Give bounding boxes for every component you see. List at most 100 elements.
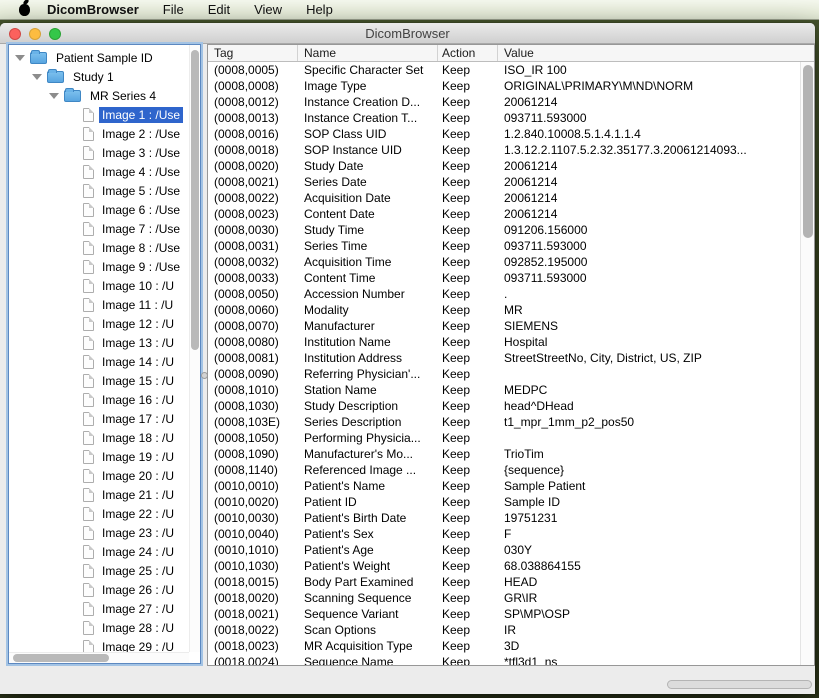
- table-cell: head^DHead: [498, 398, 800, 414]
- tree-item-image[interactable]: Image 22 : /U: [9, 504, 189, 523]
- tree-item-image[interactable]: Image 17 : /U: [9, 409, 189, 428]
- table-row[interactable]: (0008,0018)SOP Instance UIDKeep1.3.12.2.…: [208, 142, 800, 158]
- table-row[interactable]: (0008,0020)Study DateKeep20061214: [208, 158, 800, 174]
- tree-item-image[interactable]: Image 14 : /U: [9, 352, 189, 371]
- table-row[interactable]: (0018,0023)MR Acquisition TypeKeep3D: [208, 638, 800, 654]
- disclosure-triangle-icon[interactable]: [32, 74, 42, 80]
- tree-item-image[interactable]: Image 16 : /U: [9, 390, 189, 409]
- apple-menu-icon[interactable]: [19, 4, 30, 16]
- tree-item-image[interactable]: Image 7 : /Use: [9, 219, 189, 238]
- tree-vertical-scrollbar[interactable]: [189, 45, 200, 652]
- table-row[interactable]: (0010,0030)Patient's Birth DateKeep19751…: [208, 510, 800, 526]
- table-row[interactable]: (0018,0015)Body Part ExaminedKeepHEAD: [208, 574, 800, 590]
- tree-item-image[interactable]: Image 15 : /U: [9, 371, 189, 390]
- tree-item-image[interactable]: Image 10 : /U: [9, 276, 189, 295]
- app-menu-title[interactable]: DicomBrowser: [47, 2, 139, 17]
- tree-item-label: Image 17 : /U: [99, 411, 177, 427]
- tree-item-image[interactable]: Image 8 : /Use: [9, 238, 189, 257]
- table-row[interactable]: (0008,0050)Accession NumberKeep.: [208, 286, 800, 302]
- table-row[interactable]: (0010,1030)Patient's WeightKeep68.038864…: [208, 558, 800, 574]
- tree-item-image[interactable]: Image 26 : /U: [9, 580, 189, 599]
- tree-item-image[interactable]: Image 13 : /U: [9, 333, 189, 352]
- tree-item-image[interactable]: Image 6 : /Use: [9, 200, 189, 219]
- disclosure-triangle-icon[interactable]: [49, 93, 59, 99]
- menu-item-file[interactable]: File: [163, 2, 184, 17]
- table-row[interactable]: (0018,0021)Sequence VariantKeepSP\MP\OSP: [208, 606, 800, 622]
- tree-item-image[interactable]: Image 20 : /U: [9, 466, 189, 485]
- tree-item-image[interactable]: Image 5 : /Use: [9, 181, 189, 200]
- tree-item-image[interactable]: Image 23 : /U: [9, 523, 189, 542]
- table-row[interactable]: (0008,0013)Instance Creation T...Keep093…: [208, 110, 800, 126]
- table-row[interactable]: (0008,1010)Station NameKeepMEDPC: [208, 382, 800, 398]
- table-row[interactable]: (0008,0022)Acquisition DateKeep20061214: [208, 190, 800, 206]
- table-cell: (0008,1010): [208, 382, 298, 398]
- table-row[interactable]: (0010,0040)Patient's SexKeepF: [208, 526, 800, 542]
- tree-item-label: Image 7 : /Use: [99, 221, 183, 237]
- table-row[interactable]: (0008,0081)Institution AddressKeepStreet…: [208, 350, 800, 366]
- table-row[interactable]: (0018,0024)Sequence NameKeep*tfl3d1_ns: [208, 654, 800, 665]
- tree-horizontal-scrollbar[interactable]: [9, 652, 189, 663]
- table-row[interactable]: (0008,0023)Content DateKeep20061214: [208, 206, 800, 222]
- tree-item-image[interactable]: Image 24 : /U: [9, 542, 189, 561]
- disclosure-triangle-icon[interactable]: [15, 55, 25, 61]
- tree-item-image[interactable]: Image 19 : /U: [9, 447, 189, 466]
- menu-item-edit[interactable]: Edit: [208, 2, 230, 17]
- table-row[interactable]: (0018,0022)Scan OptionsKeepIR: [208, 622, 800, 638]
- table-row[interactable]: (0008,0033)Content TimeKeep093711.593000: [208, 270, 800, 286]
- table-row[interactable]: (0008,0060)ModalityKeepMR: [208, 302, 800, 318]
- table-row[interactable]: (0010,1010)Patient's AgeKeep030Y: [208, 542, 800, 558]
- tree-item-image[interactable]: Image 12 : /U: [9, 314, 189, 333]
- tree-item-image[interactable]: Image 1 : /Use: [9, 105, 189, 124]
- table-row[interactable]: (0008,1050)Performing Physicia...Keep: [208, 430, 800, 446]
- table-row[interactable]: (0008,0008)Image TypeKeepORIGINAL\PRIMAR…: [208, 78, 800, 94]
- tree-item-image[interactable]: Image 28 : /U: [9, 618, 189, 637]
- tree-item-patient[interactable]: Patient Sample ID: [9, 48, 189, 67]
- table-row[interactable]: (0008,0080)Institution NameKeepHospital: [208, 334, 800, 350]
- scrollbar-thumb[interactable]: [13, 654, 109, 662]
- table-row[interactable]: (0008,103E)Series DescriptionKeept1_mpr_…: [208, 414, 800, 430]
- column-header-action[interactable]: Action: [438, 45, 498, 61]
- tree-item-study[interactable]: Study 1: [9, 67, 189, 86]
- table-row[interactable]: (0008,0005)Specific Character SetKeepISO…: [208, 62, 800, 78]
- table-row[interactable]: (0018,0020)Scanning SequenceKeepGR\IR: [208, 590, 800, 606]
- menu-item-view[interactable]: View: [254, 2, 282, 17]
- table-row[interactable]: (0008,1030)Study DescriptionKeephead^DHe…: [208, 398, 800, 414]
- table-row[interactable]: (0008,0021)Series DateKeep20061214: [208, 174, 800, 190]
- table-row[interactable]: (0008,1140)Referenced Image ...Keep{sequ…: [208, 462, 800, 478]
- table-row[interactable]: (0010,0010)Patient's NameKeepSample Pati…: [208, 478, 800, 494]
- column-header-tag[interactable]: Tag: [208, 45, 298, 61]
- column-header-value[interactable]: Value: [498, 45, 814, 61]
- table-row[interactable]: (0008,0031)Series TimeKeep093711.593000: [208, 238, 800, 254]
- table-row[interactable]: (0008,0090)Referring Physician'...Keep: [208, 366, 800, 382]
- menu-item-help[interactable]: Help: [306, 2, 333, 17]
- table-cell: Patient's Birth Date: [298, 510, 438, 526]
- tree-item-image[interactable]: Image 9 : /Use: [9, 257, 189, 276]
- tree-item-image[interactable]: Image 4 : /Use: [9, 162, 189, 181]
- tree-item-series[interactable]: MR Series 4: [9, 86, 189, 105]
- table-row[interactable]: (0008,0012)Instance Creation D...Keep200…: [208, 94, 800, 110]
- table-row[interactable]: (0010,0020)Patient IDKeepSample ID: [208, 494, 800, 510]
- window-titlebar[interactable]: DicomBrowser: [0, 23, 815, 44]
- scrollbar-thumb[interactable]: [191, 50, 199, 350]
- table-row[interactable]: (0008,0070)ManufacturerKeepSIEMENS: [208, 318, 800, 334]
- table-row[interactable]: (0008,0030)Study TimeKeep091206.156000: [208, 222, 800, 238]
- table-vertical-scrollbar[interactable]: [800, 62, 814, 665]
- tree-item-image[interactable]: Image 29 : /U: [9, 637, 189, 652]
- tree-item-image[interactable]: Image 27 : /U: [9, 599, 189, 618]
- tree-item-label: Image 2 : /Use: [99, 126, 183, 142]
- table-horizontal-scrollbar-thumb[interactable]: [667, 680, 812, 689]
- column-header-name[interactable]: Name: [298, 45, 438, 61]
- table-row[interactable]: (0008,1090)Manufacturer's Mo...KeepTrioT…: [208, 446, 800, 462]
- tree-item-image[interactable]: Image 2 : /Use: [9, 124, 189, 143]
- tree-item-image[interactable]: Image 21 : /U: [9, 485, 189, 504]
- scrollbar-thumb[interactable]: [803, 65, 813, 238]
- table-row[interactable]: (0008,0032)Acquisition TimeKeep092852.19…: [208, 254, 800, 270]
- table-row[interactable]: (0008,0016)SOP Class UIDKeep1.2.840.1000…: [208, 126, 800, 142]
- table-cell: Keep: [438, 302, 498, 318]
- tree-item-image[interactable]: Image 18 : /U: [9, 428, 189, 447]
- table-cell: (0018,0015): [208, 574, 298, 590]
- table-cell: Modality: [298, 302, 438, 318]
- tree-item-image[interactable]: Image 11 : /U: [9, 295, 189, 314]
- tree-item-image[interactable]: Image 25 : /U: [9, 561, 189, 580]
- tree-item-image[interactable]: Image 3 : /Use: [9, 143, 189, 162]
